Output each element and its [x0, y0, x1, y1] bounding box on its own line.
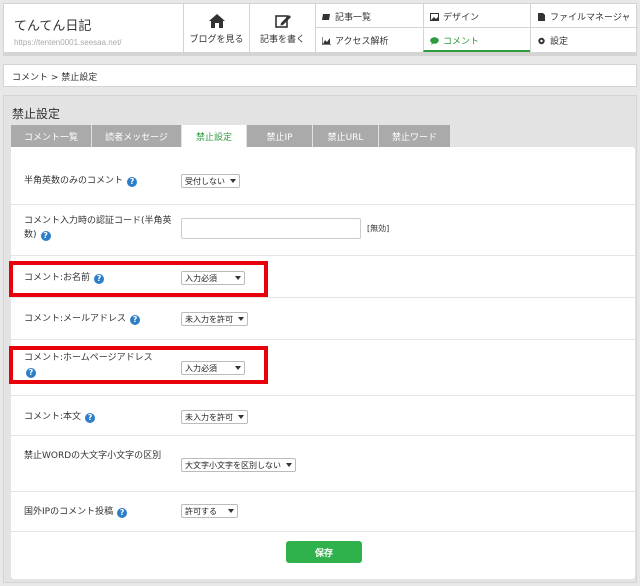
comment-icon: [430, 37, 439, 45]
captcha-status: [無効]: [367, 224, 390, 233]
nav-access[interactable]: アクセス解析: [316, 28, 423, 52]
blog-title[interactable]: てんてん日記: [14, 15, 91, 34]
help-icon[interactable]: ?: [127, 177, 138, 187]
nav-file-manager[interactable]: ファイルマネージャ: [530, 4, 638, 28]
tab-blocked-url[interactable]: 禁止URL: [313, 125, 379, 147]
tab-comment-list[interactable]: コメント一覧: [11, 125, 92, 147]
setting-label: 禁止WORDの大文字小文字の区別: [24, 451, 162, 461]
nav-design-label: デザイン: [443, 13, 480, 23]
blog-url[interactable]: https://tenten0001.seesaa.net/: [14, 38, 122, 47]
main-nav: 記事一覧 デザイン ファイルマネージャ アクセス解析 コメント 設定: [315, 4, 638, 53]
body-required-select[interactable]: 未入力を許可: [181, 410, 248, 424]
nav-articles[interactable]: 記事一覧: [316, 4, 423, 28]
setting-row: 半角英数のみのコメント? 受付しない: [11, 147, 635, 205]
tab-prohibition-settings[interactable]: 禁止設定: [182, 125, 247, 147]
nav-design[interactable]: デザイン: [423, 4, 530, 28]
write-post-button[interactable]: 記事を書く: [249, 4, 315, 53]
home-icon: [208, 14, 225, 28]
help-icon[interactable]: ?: [117, 508, 128, 518]
setting-label: コメント:メールアドレス: [24, 314, 127, 324]
nav-settings[interactable]: 設定: [530, 28, 638, 52]
nav-comments-label: コメント: [443, 37, 480, 47]
save-button[interactable]: 保存: [286, 541, 362, 563]
setting-label: 半角英数のみのコメント: [24, 176, 124, 186]
tab-blocked-words[interactable]: 禁止ワード: [379, 125, 451, 147]
setting-row: コメント入力時の認証コード(半角英 数)? [無効]: [11, 205, 635, 256]
nav-articles-label: 記事一覧: [335, 13, 372, 23]
email-required-select[interactable]: 未入力を許可: [181, 312, 248, 326]
image-icon: [430, 13, 439, 21]
gear-icon: [538, 37, 545, 45]
page-title: 禁止設定: [12, 107, 61, 121]
view-blog-button[interactable]: ブログを見る: [183, 4, 249, 53]
highlight-box: [9, 346, 268, 384]
setting-row: 国外IPのコメント投稿? 許可する: [11, 492, 635, 532]
chart-icon: [322, 37, 331, 45]
foreign-ip-select[interactable]: 許可する: [181, 504, 238, 518]
setting-row: 禁止WORDの大文字小文字の区別 大文字小文字を区別しない: [11, 436, 635, 492]
edit-icon: [274, 15, 291, 28]
setting-label-cont: 数): [24, 230, 37, 240]
setting-row: コメント:本文? 未入力を許可: [11, 396, 635, 436]
tab-reader-messages[interactable]: 読者メッセージ: [92, 125, 182, 147]
write-post-label: 記事を書く: [259, 35, 305, 45]
book-icon: [322, 14, 330, 20]
help-icon[interactable]: ?: [130, 315, 141, 325]
header: てんてん日記 https://tenten0001.seesaa.net/ ブロ…: [3, 3, 638, 56]
case-sensitivity-select[interactable]: 大文字小文字を区別しない: [181, 458, 296, 472]
setting-label: 国外IPのコメント投稿: [24, 507, 114, 517]
nav-settings-label: 設定: [550, 37, 569, 47]
nav-comments[interactable]: コメント: [423, 28, 530, 52]
captcha-input[interactable]: [181, 218, 361, 239]
setting-label: コメント:本文: [24, 412, 82, 422]
help-icon[interactable]: ?: [40, 231, 51, 241]
help-icon[interactable]: ?: [85, 413, 96, 423]
highlight-box: [9, 261, 268, 297]
view-blog-label: ブログを見る: [189, 35, 244, 45]
tab-blocked-ip[interactable]: 禁止IP: [247, 125, 313, 147]
nav-access-label: アクセス解析: [335, 37, 389, 47]
settings-panel: 禁止設定 コメント一覧 読者メッセージ 禁止設定 禁止IP 禁止URL 禁止ワー…: [3, 95, 637, 583]
nav-file-manager-label: ファイルマネージャ: [550, 13, 631, 23]
breadcrumb: コメント > 禁止設定: [3, 64, 637, 87]
alnum-only-select[interactable]: 受付しない: [181, 174, 240, 188]
setting-row: コメント:メールアドレス? 未入力を許可: [11, 298, 635, 340]
file-icon: [538, 13, 545, 21]
setting-label: コメント入力時の認証コード(半角英: [24, 216, 172, 226]
